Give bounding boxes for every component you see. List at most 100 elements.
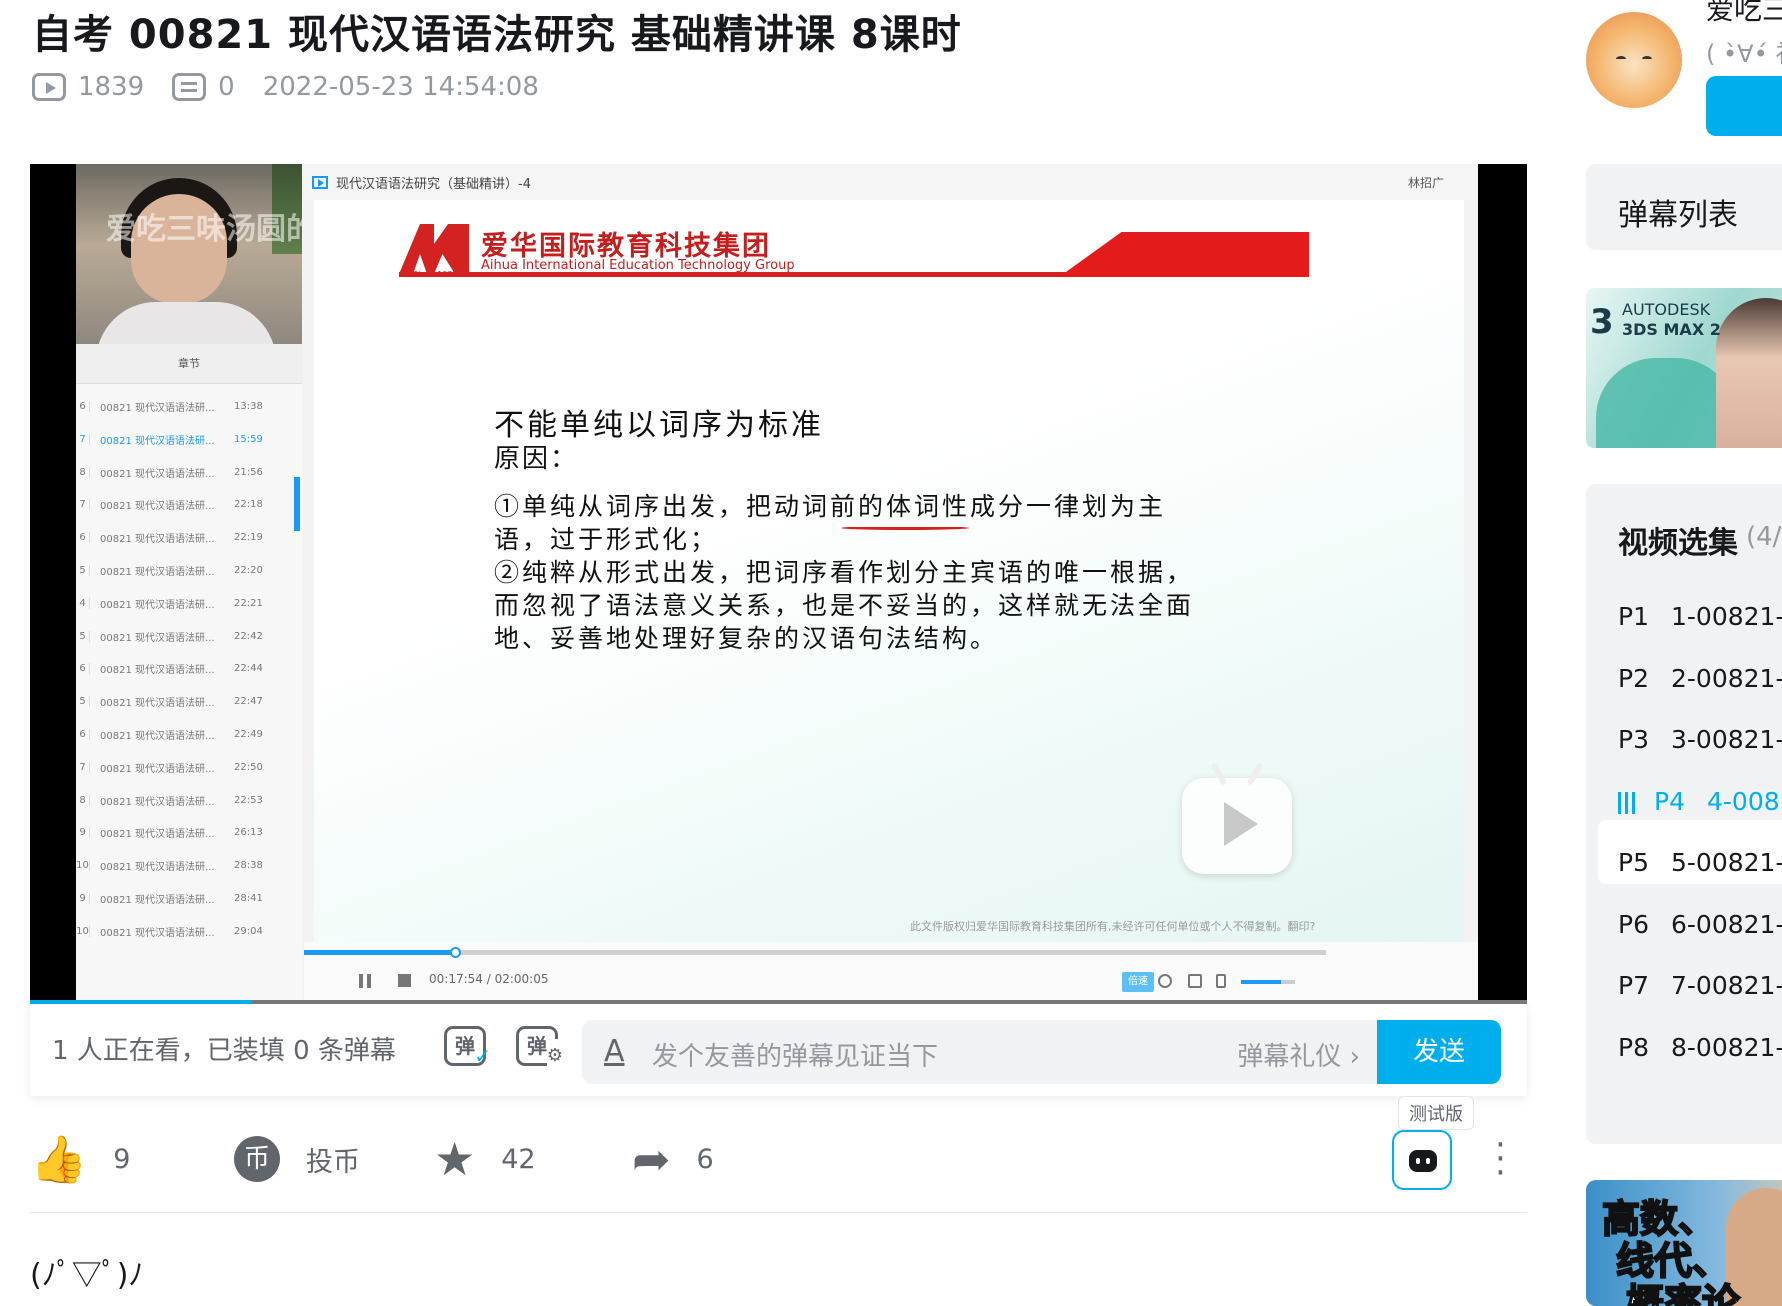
episode-item[interactable]: P3 3-00821-: [1618, 725, 1782, 754]
inner-progress-bar[interactable]: [304, 947, 1326, 958]
chapter-item[interactable]: 6 00821 现代汉语语法研... 13:38: [76, 388, 302, 425]
more-options-icon[interactable]: · · ·: [1495, 1128, 1506, 1190]
volume-icon[interactable]: [1216, 974, 1226, 988]
speed-button[interactable]: 倍速: [1122, 972, 1154, 992]
chapter-item[interactable]: 10 00821 现代汉语语法研... 28:38: [76, 847, 302, 884]
episode-panel-title: 视频选集: [1618, 526, 1738, 561]
chapter-item[interactable]: 8 00821 现代汉语语法研... 21:56: [76, 454, 302, 491]
teacher-webcam: 爱吃三味汤圆的口号帝: [76, 164, 302, 344]
send-danmaku-button[interactable]: 发送: [1377, 1020, 1501, 1084]
chapter-title: 00821 现代汉语语法研...: [100, 468, 215, 480]
airplay-icon[interactable]: [1158, 974, 1172, 988]
chapter-title: 00821 现代汉语语法研...: [100, 731, 215, 742]
uploader-name[interactable]: 爱吃三: [1706, 0, 1782, 28]
sidebar-ad-3dsmax[interactable]: 3 AUTODESK 3DS MAX 2: [1586, 288, 1782, 448]
episode-number: P1: [1618, 602, 1649, 631]
chapter-number: 4: [76, 597, 90, 609]
follow-button[interactable]: [1706, 76, 1782, 136]
ai-assistant-button[interactable]: [1392, 1130, 1452, 1190]
chapter-number: 10: [76, 860, 90, 872]
video-meta: 1839 0 2022-05-23 14:54:08: [32, 72, 539, 102]
chapter-number: 5: [76, 565, 90, 576]
play-count-icon: [32, 73, 66, 101]
chapter-item[interactable]: 6 00821 现代汉语语法研... 22:44: [76, 650, 302, 687]
chapter-duration: 29:04: [234, 925, 263, 937]
chapter-number: 6: [76, 729, 90, 740]
episode-number: P7: [1618, 971, 1649, 1000]
episode-item[interactable]: P7 7-00821-: [1618, 971, 1782, 1000]
danmaku-placeholder: 发个友善的弹幕见证当下: [652, 1042, 939, 1072]
slide-body: ①单纯从词序出发，把动词前的体词性成分一律划为主语，过于形式化； ②纯粹从形式出…: [494, 490, 1214, 655]
episode-number: P6: [1618, 909, 1649, 939]
uploader-avatar[interactable]: [1586, 12, 1682, 108]
volume-slider-fill[interactable]: [1241, 980, 1281, 984]
stop-icon[interactable]: [398, 974, 411, 987]
chapter-title: 00821 现代汉语语法研...: [100, 435, 215, 447]
chapter-item[interactable]: 10 00821 现代汉语语法研... 29:04: [76, 913, 302, 950]
chapter-title: 00821 现代汉语语法研...: [100, 599, 215, 611]
chapter-title: 00821 现代汉语语法研...: [100, 895, 215, 906]
chapter-item[interactable]: 4 00821 现代汉语语法研... 22:21: [76, 585, 302, 622]
chapter-number: 7: [76, 499, 90, 511]
chapter-scrollbar[interactable]: [294, 477, 300, 531]
ad-character-image: [1716, 298, 1782, 448]
chapter-item[interactable]: 7 00821 现代汉语语法研... 22:50: [76, 749, 302, 786]
ad-product: 3DS MAX 2: [1622, 320, 1721, 339]
episode-item[interactable]: P5 5-00821-: [1618, 848, 1782, 877]
chapter-item[interactable]: 5 00821 现代汉语语法研... 22:42: [76, 618, 302, 655]
chapter-title: 00821 现代汉语语法研...: [100, 534, 215, 546]
pause-icon[interactable]: [359, 974, 371, 988]
chapter-duration: 28:38: [234, 860, 263, 872]
episode-item[interactable]: P8 8-00821-: [1618, 1033, 1782, 1062]
avatar-eye-right: [1642, 56, 1652, 62]
chapter-duration: 22:20: [234, 565, 263, 576]
playing-wave-icon: [1618, 791, 1640, 814]
chapter-title: 00821 现代汉语语法研...: [100, 796, 215, 808]
page: 自考 00821 现代汉语语法研究 基础精讲课 8课时 1839 0 2022-…: [0, 0, 1782, 1306]
chapter-item[interactable]: 6 00821 现代汉语语法研... 22:49: [76, 716, 302, 753]
beta-badge: 测试版: [1398, 1096, 1474, 1130]
episode-item[interactable]: P1 1-00821-: [1618, 602, 1782, 631]
pip-icon[interactable]: [1188, 974, 1202, 988]
ad-math-line-3: 概率论: [1625, 1280, 1741, 1306]
danmaku-etiquette-link[interactable]: 弹幕礼仪 ›: [1237, 1036, 1360, 1073]
action-toolbar: 👍 9 币 投币 ★ 42 ➦ 6: [30, 1126, 1527, 1192]
chapter-item[interactable]: 5 00821 现代汉语语法研... 22:20: [76, 552, 302, 589]
like-button[interactable]: 👍 9: [30, 1126, 130, 1192]
bilibili-play-icon[interactable]: [1182, 762, 1292, 874]
episode-title: 3-00821-: [1670, 725, 1782, 754]
inner-progress-handle[interactable]: [450, 947, 462, 958]
chapter-item[interactable]: 7 00821 现代汉语语法研... 22:18: [76, 486, 302, 523]
episode-title: 8-00821-: [1670, 1032, 1782, 1062]
danmaku-toggle-icon[interactable]: 弹: [444, 1026, 491, 1073]
inner-progress-fill: [304, 950, 456, 955]
danmaku-style-icon[interactable]: A: [604, 1034, 625, 1069]
share-button[interactable]: ➦ 6: [632, 1126, 714, 1192]
video-player[interactable]: 爱吃三味汤圆的口号帝 章节 6 00821 现代汉语语法研... 13:38 7 008…: [30, 164, 1527, 1004]
episode-item[interactable]: P2 2-00821-: [1618, 664, 1782, 693]
danmaku-list-more-icon[interactable]: ⋮: [1774, 186, 1782, 221]
danmaku-list-panel[interactable]: 弹幕列表 ⋮: [1586, 164, 1782, 250]
chapter-item[interactable]: 5 00821 现代汉语语法研... 22:47: [76, 683, 302, 720]
chapter-item[interactable]: 9 00821 现代汉语语法研... 26:13: [76, 814, 302, 851]
volume-slider-track[interactable]: [1281, 980, 1295, 984]
favorite-button[interactable]: ★ 42: [434, 1126, 536, 1192]
chapter-item[interactable]: 8 00821 现代汉语语法研... 22:53: [76, 782, 302, 819]
chapter-duration: 22:50: [234, 761, 263, 773]
slide-point-2: ②纯粹从形式出发，把词序看作划分主宾语的唯一根据，而忽视了语法意义关系，也是不妥…: [494, 558, 1195, 653]
coin-button[interactable]: 币 投币: [234, 1126, 360, 1192]
chapter-title: 00821 现代汉语语法研...: [100, 829, 215, 841]
danmaku-settings-icon[interactable]: 弹: [516, 1026, 563, 1073]
chapter-title: 00821 现代汉语语法研...: [100, 862, 215, 874]
chapter-number: 8: [76, 466, 90, 478]
episode-item[interactable]: P4 4-008: [1618, 787, 1780, 816]
sidebar-ad-math[interactable]: 高数、 线代、 概率论: [1586, 1180, 1782, 1306]
chapter-number: 5: [76, 696, 90, 708]
chapter-item[interactable]: 7 00821 现代汉语语法研... 15:59: [76, 421, 302, 458]
chapter-item[interactable]: 6 00821 现代汉语语法研... 22:19: [76, 519, 302, 556]
robot-icon: [1409, 1150, 1437, 1172]
danmaku-input[interactable]: A 发个友善的弹幕见证当下 弹幕礼仪 ›: [582, 1020, 1500, 1084]
chapter-item[interactable]: 9 00821 现代汉语语法研... 28:41: [76, 880, 302, 917]
episode-item[interactable]: P6 6-00821-: [1618, 910, 1782, 939]
chapter-duration: 22:44: [234, 663, 263, 675]
